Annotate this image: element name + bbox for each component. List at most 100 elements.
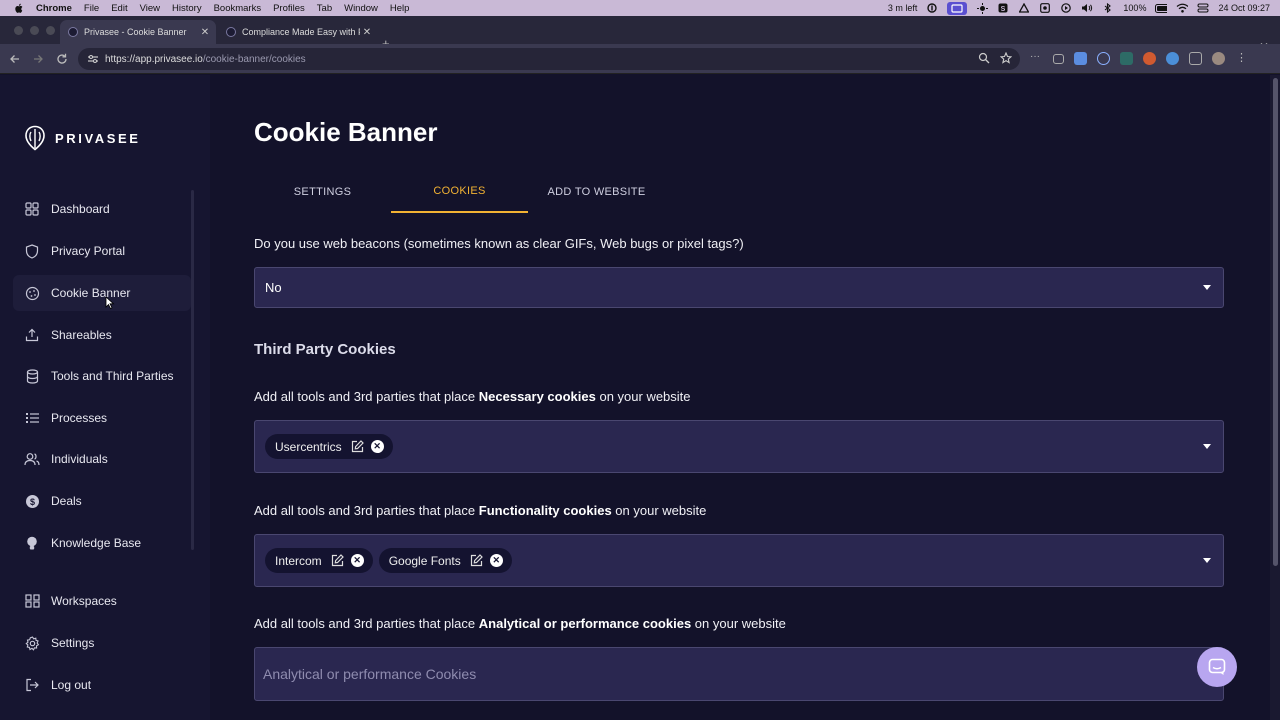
edit-icon[interactable] bbox=[331, 554, 344, 567]
close-tab-icon[interactable]: ✕ bbox=[198, 27, 212, 38]
photo-icon[interactable] bbox=[1039, 3, 1051, 13]
sidebar-item-settings[interactable]: Settings bbox=[13, 625, 191, 661]
menu-view[interactable]: View bbox=[140, 3, 160, 14]
profile-avatar-icon[interactable] bbox=[1212, 52, 1225, 65]
extensions-puzzle-icon[interactable] bbox=[1189, 52, 1202, 65]
browser-toolbar: https://app.privasee.io/cookie-banner/co… bbox=[0, 44, 1280, 74]
zoom-icon[interactable] bbox=[978, 52, 990, 67]
remove-chip-icon[interactable]: ✕ bbox=[350, 554, 364, 567]
menu-edit[interactable]: Edit bbox=[111, 3, 127, 14]
sidebar-item-label: Log out bbox=[51, 678, 92, 692]
menu-bookmarks[interactable]: Bookmarks bbox=[214, 3, 262, 14]
chip-label: Usercentrics bbox=[275, 439, 342, 454]
clock-label[interactable]: 24 Oct 09:27 bbox=[1218, 3, 1270, 13]
remove-chip-icon[interactable]: ✕ bbox=[370, 440, 384, 453]
necessary-cookies-select[interactable]: Usercentrics ✕ bbox=[254, 420, 1224, 473]
shield-icon bbox=[24, 243, 40, 259]
battery-percent-label: 100% bbox=[1123, 3, 1147, 13]
page-tabs: SETTINGS COOKIES ADD TO WEBSITE bbox=[254, 171, 665, 213]
chip-list: Usercentrics ✕ bbox=[265, 421, 393, 472]
browser-menu-icon[interactable]: ⋮ bbox=[1235, 52, 1248, 65]
extension-password-icon[interactable] bbox=[1097, 52, 1110, 65]
page-scrollbar[interactable] bbox=[1270, 75, 1280, 720]
menu-app-name[interactable]: Chrome bbox=[36, 3, 72, 14]
tab-add-to-website[interactable]: ADD TO WEBSITE bbox=[528, 171, 665, 213]
sidebar-item-deals[interactable]: $ Deals bbox=[13, 483, 191, 519]
sidebar-item-tools-third-parties[interactable]: Tools and Third Parties bbox=[13, 358, 191, 394]
sidebar-item-processes[interactable]: Processes bbox=[13, 400, 191, 436]
sidebar-item-privacy-portal[interactable]: Privacy Portal bbox=[13, 233, 191, 269]
address-bar[interactable]: https://app.privasee.io/cookie-banner/co… bbox=[78, 48, 1020, 70]
gear-icon bbox=[24, 635, 40, 651]
sidebar-item-label: Workspaces bbox=[51, 594, 117, 608]
reload-icon[interactable] bbox=[55, 52, 69, 66]
extension-square-icon[interactable] bbox=[1053, 53, 1064, 64]
sidebar-item-label: Processes bbox=[51, 411, 108, 425]
web-beacons-select[interactable]: No bbox=[254, 267, 1224, 308]
sidebar-item-label: Tools and Third Parties bbox=[51, 369, 174, 383]
extension-stack-icon[interactable] bbox=[1074, 52, 1087, 65]
zoom-window-button[interactable] bbox=[46, 26, 55, 35]
menu-help[interactable]: Help bbox=[390, 3, 410, 14]
sidebar-item-label: Settings bbox=[51, 636, 95, 650]
sidebar-item-cookie-banner[interactable]: Cookie Banner bbox=[13, 275, 191, 311]
bluetooth-icon[interactable] bbox=[1102, 3, 1114, 13]
menu-file[interactable]: File bbox=[84, 3, 99, 14]
remove-chip-icon[interactable]: ✕ bbox=[489, 554, 503, 567]
edit-icon[interactable] bbox=[351, 440, 364, 453]
database-icon bbox=[24, 368, 40, 384]
apple-icon[interactable] bbox=[12, 3, 26, 14]
one-password-icon[interactable] bbox=[926, 3, 938, 13]
page-title: Cookie Banner bbox=[254, 117, 438, 147]
tab-settings[interactable]: SETTINGS bbox=[254, 171, 391, 213]
chip-usercentrics: Usercentrics ✕ bbox=[265, 434, 393, 459]
forward-arrow-icon[interactable] bbox=[31, 52, 45, 66]
drive-icon[interactable] bbox=[1018, 3, 1030, 13]
battery-icon[interactable] bbox=[1155, 3, 1168, 13]
back-arrow-icon[interactable] bbox=[8, 52, 22, 66]
play-icon[interactable] bbox=[1060, 3, 1072, 13]
volume-icon[interactable] bbox=[1081, 3, 1093, 13]
close-window-button[interactable] bbox=[14, 26, 23, 35]
sidebar-item-knowledge-base[interactable]: Knowledge Base bbox=[13, 525, 191, 561]
sidebar-item-shareables[interactable]: Shareables bbox=[13, 317, 191, 353]
sidebar-item-individuals[interactable]: Individuals bbox=[13, 441, 191, 477]
menu-tab[interactable]: Tab bbox=[317, 3, 332, 14]
sidebar-scrollbar[interactable] bbox=[191, 190, 194, 550]
menu-profiles[interactable]: Profiles bbox=[273, 3, 305, 14]
site-settings-icon[interactable] bbox=[87, 54, 99, 64]
sidebar: PRIVASEE Dashboard Privacy Portal Cookie… bbox=[0, 75, 210, 720]
edit-icon[interactable] bbox=[470, 554, 483, 567]
scrollbar-thumb[interactable] bbox=[1273, 78, 1278, 566]
menu-window[interactable]: Window bbox=[344, 3, 378, 14]
sidebar-item-workspaces[interactable]: Workspaces bbox=[13, 583, 191, 619]
brightness-icon[interactable] bbox=[976, 2, 988, 14]
skype-icon[interactable]: S bbox=[997, 3, 1009, 13]
intercom-chat-button[interactable] bbox=[1197, 647, 1237, 687]
minimize-window-button[interactable] bbox=[30, 26, 39, 35]
extension-grid-icon[interactable] bbox=[1120, 52, 1133, 65]
tab-cookies[interactable]: COOKIES bbox=[391, 171, 528, 213]
third-party-cookies-heading: Third Party Cookies bbox=[254, 341, 396, 358]
close-tab-icon[interactable]: ✕ bbox=[360, 27, 374, 38]
sidebar-item-dashboard[interactable]: Dashboard bbox=[13, 191, 191, 227]
browser-tab-compliance[interactable]: Compliance Made Easy with P ✕ bbox=[218, 20, 378, 44]
analytical-cookies-select[interactable]: Analytical or performance Cookies bbox=[254, 647, 1224, 701]
control-center-icon[interactable] bbox=[1197, 3, 1209, 13]
screen-record-icon[interactable] bbox=[947, 1, 968, 15]
functionality-cookies-select[interactable]: Intercom ✕ Google Fonts ✕ bbox=[254, 534, 1224, 587]
tab-title: Privasee - Cookie Banner bbox=[84, 27, 187, 37]
sidebar-item-log-out[interactable]: Log out bbox=[13, 667, 191, 703]
analytical-cookies-label: Add all tools and 3rd parties that place… bbox=[254, 616, 786, 631]
extension-pen-icon[interactable] bbox=[1166, 52, 1179, 65]
menu-history[interactable]: History bbox=[172, 3, 202, 14]
tab-title: Compliance Made Easy with P bbox=[242, 27, 360, 37]
extension-orange-icon[interactable] bbox=[1143, 52, 1156, 65]
bookmark-star-icon[interactable] bbox=[999, 51, 1013, 67]
privasee-logo[interactable]: PRIVASEE bbox=[24, 125, 141, 151]
web-beacons-value: No bbox=[265, 280, 282, 295]
browser-tab-privasee[interactable]: Privasee - Cookie Banner ✕ bbox=[60, 20, 216, 44]
wifi-icon[interactable] bbox=[1176, 3, 1189, 13]
more-dots-icon[interactable]: ··· bbox=[1030, 52, 1043, 65]
svg-text:$: $ bbox=[29, 497, 34, 507]
